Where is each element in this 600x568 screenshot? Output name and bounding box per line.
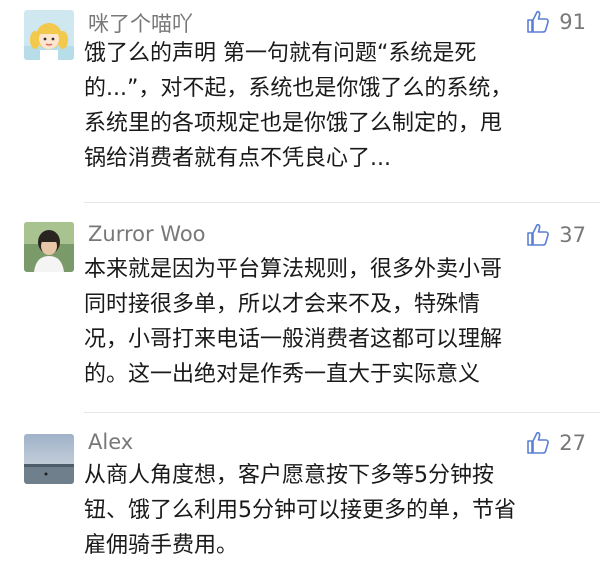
comment-text: 从商人角度想，客户愿意按下多等5分钟按 钮、饿了么利用5分钟可以接更多的单，节省… [84,458,588,563]
person-photo-avatar-icon [24,222,74,272]
like-button[interactable]: 91 [525,7,586,37]
comment-text-line: 本来就是因为平台算法规则，很多外卖小哥 [84,257,503,282]
landscape-photo-avatar-icon [24,434,74,484]
like-button[interactable]: 27 [525,428,586,458]
comment-text: 饿了么的声明 第一句就有问题“系统是死 的...”，对不起，系统也是你饿了么的系… [84,36,588,176]
comment-text-line: 从商人角度想，客户愿意按下多等5分钟按 [84,463,494,488]
like-count: 91 [559,10,586,34]
comment-username[interactable]: Alex [88,430,133,454]
avatar[interactable] [24,10,74,60]
comment-text-line: 系统里的各项规定也是你饿了么制定的，甩 [84,111,503,136]
comment-username[interactable]: 咪了个喵吖 [88,8,193,38]
thumbs-up-icon [525,9,551,35]
comment-item: Zurror Woo 37 本来就是因为平台算法规则，很多外卖小哥 同时接很多单… [0,210,600,410]
comment-item: Alex 27 从商人角度想，客户愿意按下多等5分钟按 钮、饿了么利用5分钟可以… [0,420,600,568]
comment-text-line: 的。这一出绝对是作秀一直大于实际意义 [84,362,481,387]
comment-text-line: 钮、饿了么利用5分钟可以接更多的单，节省 [84,498,516,523]
comment-text-line: 雇佣骑手费用。 [84,533,239,558]
comment-text-line: 同时接很多单，所以才会来不及，特殊情 [84,292,481,317]
avatar[interactable] [24,434,74,484]
comment-username[interactable]: Zurror Woo [88,222,206,246]
like-button[interactable]: 37 [525,220,586,250]
comment-text-line: 饿了么的声明 第一句就有问题“系统是死 [84,41,477,66]
comment-text-line: 况，小哥打来电话一般消费者这都可以理解 [84,327,503,352]
cartoon-girl-avatar-icon [24,10,74,60]
divider [84,412,600,413]
like-count: 27 [559,431,586,455]
like-count: 37 [559,223,586,247]
comment-text-line: 锅给消费者就有点不凭良心了... [84,146,391,171]
comment-text: 本来就是因为平台算法规则，很多外卖小哥 同时接很多单，所以才会来不及，特殊情 况… [84,252,588,392]
comment-text-line: 的...”，对不起，系统也是你饿了么的系统， [84,76,513,101]
avatar[interactable] [24,222,74,272]
thumbs-up-icon [525,430,551,456]
thumbs-up-icon [525,222,551,248]
comment-item: 咪了个喵吖 91 饿了么的声明 第一句就有问题“系统是死 的...”，对不起，系… [0,0,600,200]
divider [84,202,600,203]
